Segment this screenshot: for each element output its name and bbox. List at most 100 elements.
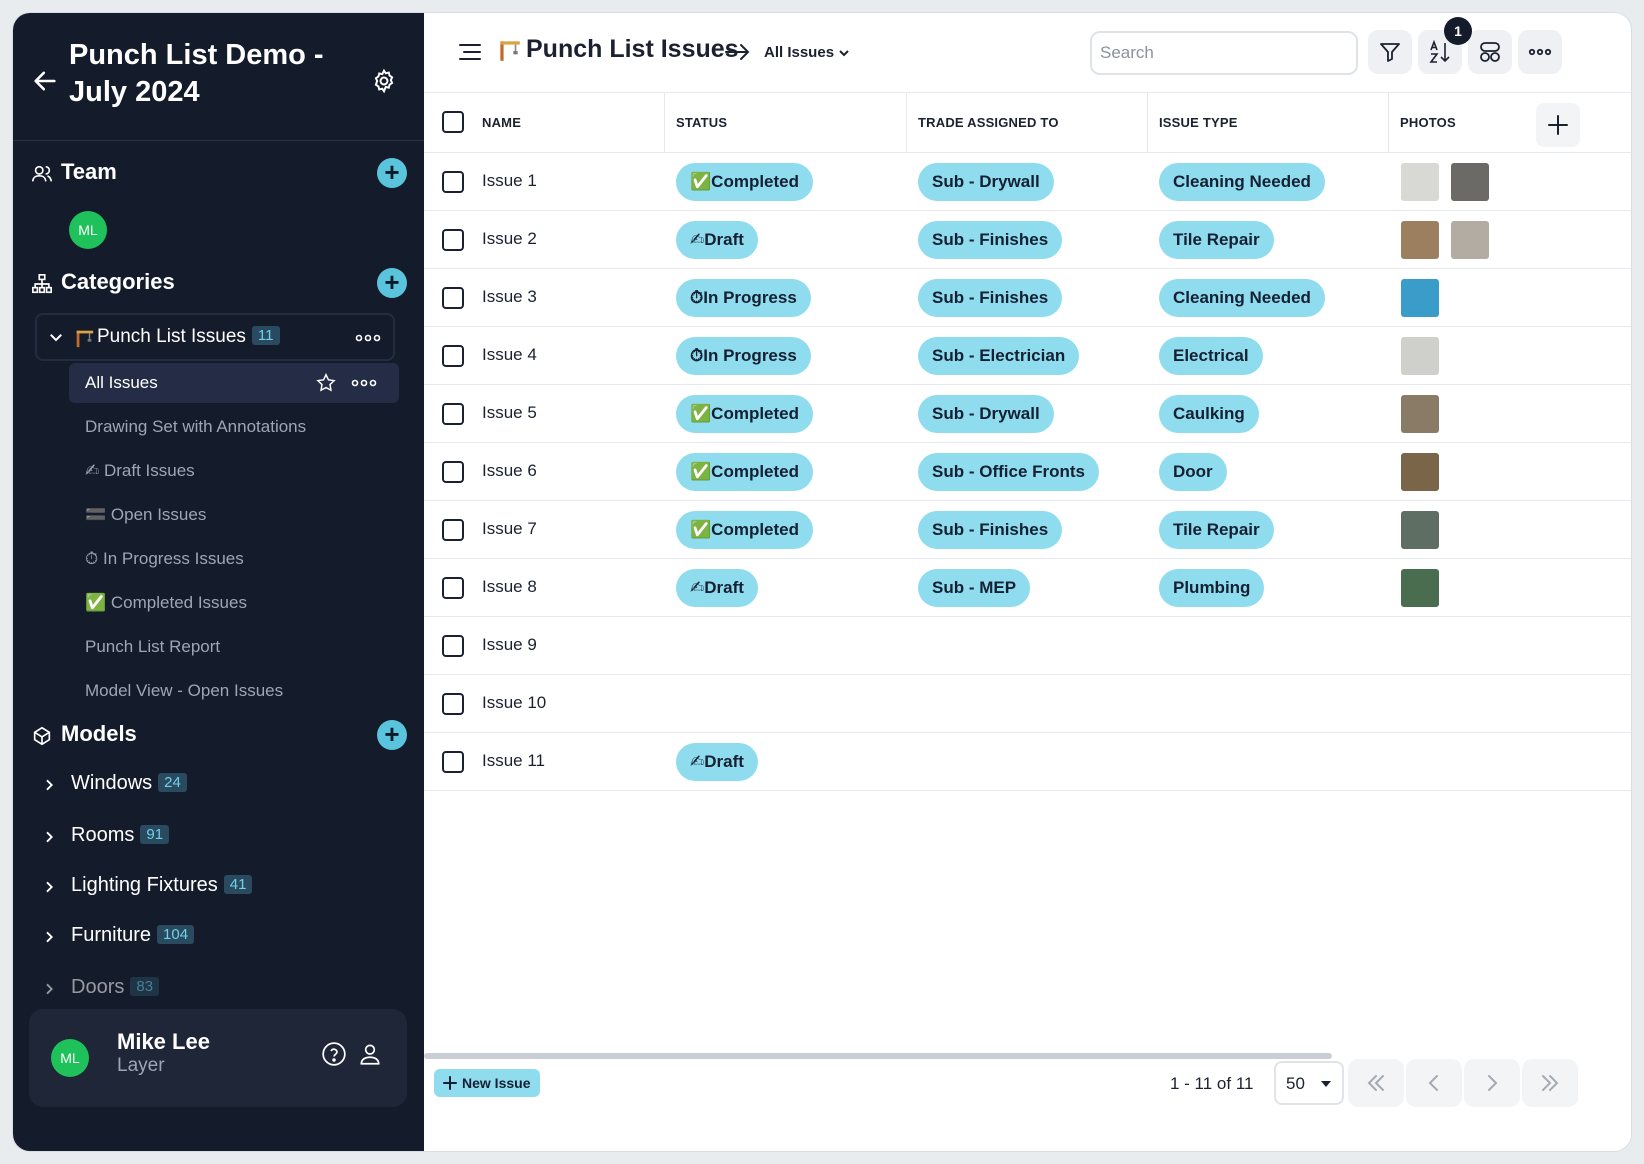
add-team-member-button[interactable]: + <box>377 158 407 188</box>
trade-pill[interactable]: Sub - Drywall <box>918 395 1054 433</box>
issue-type-pill[interactable]: Plumbing <box>1159 569 1265 607</box>
status-pill[interactable]: ✅Completed <box>676 453 814 491</box>
view-model-view-open-issues[interactable]: Model View - Open Issues <box>85 681 283 701</box>
photo-thumbnail[interactable] <box>1401 569 1439 607</box>
search-input[interactable] <box>1090 31 1358 75</box>
column-header-photos[interactable]: PHOTOS <box>1400 115 1456 130</box>
photo-thumbnail[interactable] <box>1401 453 1439 491</box>
status-pill[interactable]: ✍Draft <box>676 569 758 607</box>
filter-button[interactable] <box>1368 30 1412 74</box>
add-column-button[interactable] <box>1536 103 1580 147</box>
view-in-progress-issues[interactable]: ⏱ In Progress Issues <box>85 549 244 569</box>
view-draft-issues[interactable]: ✍ Draft Issues <box>85 461 195 481</box>
issue-type-pill[interactable]: Caulking <box>1159 395 1259 433</box>
status-pill[interactable]: ✍Draft <box>676 221 758 259</box>
column-header-trade[interactable]: TRADE ASSIGNED TO <box>918 115 1059 130</box>
chevron-right-icon[interactable] <box>41 981 57 997</box>
view-selector[interactable]: All Issues <box>764 44 834 61</box>
column-header-issue-type[interactable]: ISSUE TYPE <box>1159 115 1238 130</box>
table-row[interactable]: Issue 2 ✍Draft Sub - Finishes Tile Repair <box>424 211 1631 269</box>
model-rooms[interactable]: Rooms 91 <box>41 823 401 853</box>
issue-name[interactable]: Issue 10 <box>482 693 546 713</box>
next-page-button[interactable] <box>1464 1059 1520 1107</box>
previous-page-button[interactable] <box>1406 1059 1462 1107</box>
issue-name[interactable]: Issue 11 <box>482 751 545 771</box>
horizontal-scrollbar[interactable] <box>424 1053 1332 1059</box>
column-header-name[interactable]: NAME <box>482 115 521 130</box>
view-drawing-set[interactable]: Drawing Set with Annotations <box>85 417 306 437</box>
row-checkbox[interactable] <box>442 693 464 715</box>
chevron-down-icon[interactable] <box>47 328 65 346</box>
view-completed-issues[interactable]: ✅ Completed Issues <box>85 593 247 613</box>
issue-name[interactable]: Issue 2 <box>482 229 537 249</box>
new-issue-button[interactable]: New Issue <box>434 1069 541 1097</box>
add-model-button[interactable]: + <box>377 720 407 750</box>
status-pill[interactable]: ✅Completed <box>676 395 814 433</box>
column-header-status[interactable]: STATUS <box>676 115 727 130</box>
issue-type-pill[interactable]: Electrical <box>1159 337 1263 375</box>
issue-type-pill[interactable]: Cleaning Needed <box>1159 279 1325 317</box>
status-pill[interactable]: ⏱In Progress <box>676 337 811 375</box>
status-pill[interactable]: ✅Completed <box>676 163 814 201</box>
issue-name[interactable]: Issue 7 <box>482 519 537 539</box>
table-row[interactable]: Issue 9 <box>424 617 1631 675</box>
table-row[interactable]: Issue 7 ✅Completed Sub - Finishes Tile Repa… <box>424 501 1631 559</box>
photo-thumbnail[interactable] <box>1401 337 1439 375</box>
gear-icon[interactable] <box>371 68 397 94</box>
table-row[interactable]: Issue 6 ✅Completed Sub - Office Fronts Door <box>424 443 1631 501</box>
row-checkbox[interactable] <box>442 519 464 541</box>
row-checkbox[interactable] <box>442 403 464 425</box>
more-options-icon[interactable] <box>351 378 377 388</box>
trade-pill[interactable]: Sub - Electrician <box>918 337 1080 375</box>
issue-name[interactable]: Issue 5 <box>482 403 537 423</box>
model-furniture[interactable]: Furniture 104 <box>41 923 401 953</box>
star-icon[interactable] <box>315 372 337 394</box>
table-row[interactable]: Issue 4 ⏱In Progress Sub - Electrician Elec… <box>424 327 1631 385</box>
menu-icon[interactable] <box>458 41 482 63</box>
issue-name[interactable]: Issue 3 <box>482 287 537 307</box>
chevron-right-icon[interactable] <box>41 929 57 945</box>
table-row[interactable]: Issue 3 ⏱In Progress Sub - Finishes Cleanin… <box>424 269 1631 327</box>
view-punch-list-report[interactable]: Punch List Report <box>85 637 220 657</box>
model-doors[interactable]: Doors 83 <box>41 975 401 1005</box>
row-checkbox[interactable] <box>442 635 464 657</box>
issue-name[interactable]: Issue 9 <box>482 635 537 655</box>
issue-name[interactable]: Issue 1 <box>482 171 537 191</box>
more-options-button[interactable] <box>1518 30 1562 74</box>
back-arrow-icon[interactable] <box>31 67 59 95</box>
group-button[interactable] <box>1468 30 1512 74</box>
row-checkbox[interactable] <box>442 229 464 251</box>
page-size-select[interactable]: 50 <box>1274 1061 1344 1105</box>
chevron-right-icon[interactable] <box>41 777 57 793</box>
trade-pill[interactable]: Sub - Finishes <box>918 511 1063 549</box>
table-row[interactable]: Issue 5 ✅Completed Sub - Drywall Caulking <box>424 385 1631 443</box>
issue-name[interactable]: Issue 4 <box>482 345 537 365</box>
photo-thumbnail[interactable] <box>1451 163 1489 201</box>
photo-thumbnail[interactable] <box>1401 221 1439 259</box>
row-checkbox[interactable] <box>442 345 464 367</box>
trade-pill[interactable]: Sub - Finishes <box>918 221 1063 259</box>
issue-type-pill[interactable]: Tile Repair <box>1159 511 1274 549</box>
table-row[interactable]: Issue 11 ✍Draft <box>424 733 1631 791</box>
view-all-issues[interactable]: All Issues <box>69 363 399 403</box>
issue-type-pill[interactable]: Tile Repair <box>1159 221 1274 259</box>
issue-name[interactable]: Issue 8 <box>482 577 537 597</box>
profile-icon[interactable] <box>357 1041 383 1067</box>
status-pill[interactable]: ⏱In Progress <box>676 279 811 317</box>
photo-thumbnail[interactable] <box>1451 221 1489 259</box>
chevron-right-icon[interactable] <box>41 829 57 845</box>
view-open-issues[interactable]: 🟰 Open Issues <box>85 505 206 525</box>
help-icon[interactable] <box>321 1041 347 1067</box>
row-checkbox[interactable] <box>442 171 464 193</box>
status-pill[interactable]: ✍Draft <box>676 743 758 781</box>
photo-thumbnail[interactable] <box>1401 395 1439 433</box>
table-row[interactable]: Issue 10 <box>424 675 1631 733</box>
table-row[interactable]: Issue 8 ✍Draft Sub - MEP Plumbing <box>424 559 1631 617</box>
photo-thumbnail[interactable] <box>1401 163 1439 201</box>
table-row[interactable]: Issue 1 ✅Completed Sub - Drywall Cleaning N… <box>424 153 1631 211</box>
trade-pill[interactable]: Sub - Office Fronts <box>918 453 1099 491</box>
team-member-avatar[interactable]: ML <box>69 211 107 249</box>
row-checkbox[interactable] <box>442 461 464 483</box>
row-checkbox[interactable] <box>442 287 464 309</box>
issue-type-pill[interactable]: Cleaning Needed <box>1159 163 1325 201</box>
